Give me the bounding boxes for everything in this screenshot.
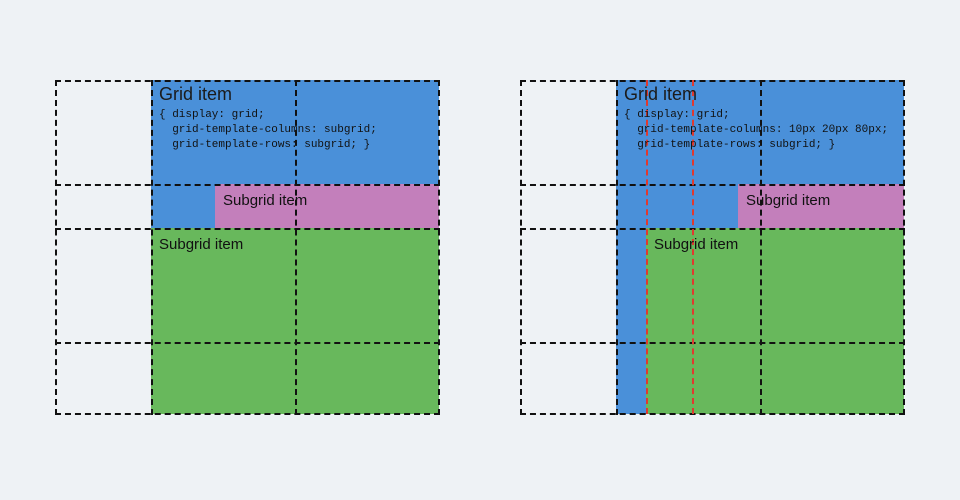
outer-row-line-3 [55, 342, 440, 344]
diagram-left: Grid item { display: grid; grid-template… [55, 80, 440, 415]
outer-row-line-2 [55, 228, 440, 230]
grid-item-code: { display: grid; grid-template-columns: … [624, 108, 888, 153]
outer-row-line-1 [520, 184, 905, 186]
subgrid-label-1: Subgrid item [223, 192, 307, 209]
subgrid-label-1: Subgrid item [746, 192, 830, 209]
grid-item-title: Grid item [624, 84, 697, 105]
diagram-right: Grid item { display: grid; grid-template… [520, 80, 905, 415]
grid-item-title: Grid item [159, 84, 232, 105]
subgrid-label-2: Subgrid item [654, 236, 738, 253]
outer-row-line-2 [520, 228, 905, 230]
grid-item-code: { display: grid; grid-template-columns: … [159, 108, 377, 153]
outer-col-line-1 [616, 80, 618, 415]
outer-row-line-3 [520, 342, 905, 344]
outer-col-line-1 [151, 80, 153, 415]
subgrid-label-2: Subgrid item [159, 236, 243, 253]
outer-row-line-1 [55, 184, 440, 186]
